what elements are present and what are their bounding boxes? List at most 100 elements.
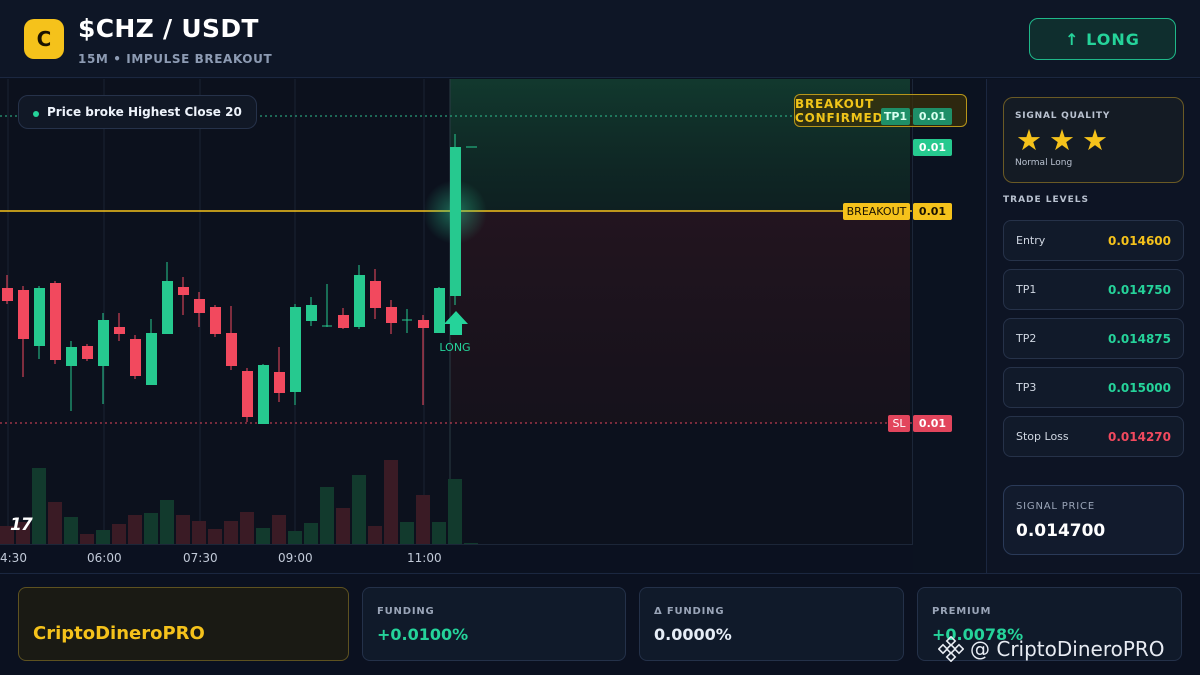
tp1-line-value: 0.01 <box>913 108 952 125</box>
candles <box>2 134 477 424</box>
chart-canvas[interactable]: LONG <box>0 79 913 545</box>
candle-down <box>210 305 221 337</box>
volume-bar <box>256 528 270 544</box>
binance-logo-icon <box>938 636 964 662</box>
candle-up <box>434 287 445 333</box>
volume-bar <box>160 500 174 544</box>
grid-lines <box>7 79 451 544</box>
funding-card: FUNDING +0.0100% <box>362 587 626 661</box>
volume-bar <box>240 512 254 544</box>
breakout-line-label: BREAKOUT <box>843 203 910 220</box>
candle-down <box>178 277 189 315</box>
brand-card: CriptoDineroPRO <box>18 587 349 661</box>
star-icon: ★ <box>1049 123 1075 157</box>
volume-bar <box>112 524 126 544</box>
candle-up <box>66 341 77 411</box>
signal-price-value: 0.014700 <box>1016 521 1106 541</box>
stat-value: 0.0000% <box>654 625 732 644</box>
time-axis-label: 11:00 <box>407 551 442 565</box>
level-label: Entry <box>1016 234 1046 247</box>
volume-bar <box>432 522 446 544</box>
volume-bar <box>48 502 62 544</box>
level-value: 0.014750 <box>1107 283 1171 297</box>
quality-stars: ★ ★ ★ <box>1016 122 1108 158</box>
volume-bar <box>384 460 398 544</box>
level-row-entry: Entry 0.014600 <box>1003 220 1184 261</box>
level-value: 0.015000 <box>1107 381 1171 395</box>
volume-bar <box>400 522 414 544</box>
stat-value: +0.0100% <box>377 625 469 644</box>
pair-subtitle: 15M • IMPULSE BREAKOUT <box>78 52 273 66</box>
volume-bar <box>208 529 222 544</box>
candle-up <box>354 265 365 329</box>
level-row-tp3: TP3 0.015000 <box>1003 367 1184 408</box>
candle-down <box>50 281 61 364</box>
candle-up <box>146 319 157 385</box>
stat-title: FUNDING <box>377 606 435 617</box>
volume-bar <box>272 515 286 544</box>
stat-title: Δ FUNDING <box>654 606 725 617</box>
level-value: 0.014600 <box>1107 234 1171 248</box>
volume-bar <box>32 468 46 544</box>
volume-bar <box>368 526 382 544</box>
time-axis <box>0 545 913 572</box>
volume-bar <box>192 521 206 544</box>
volume-bar <box>176 515 190 544</box>
candle-up <box>322 284 332 327</box>
pair-title: $CHZ / USDT <box>78 14 259 43</box>
level-label: Stop Loss <box>1016 430 1069 443</box>
price-chart[interactable]: LONG <box>0 79 913 545</box>
volume-bar <box>288 531 302 544</box>
level-row-tp2: TP2 0.014875 <box>1003 318 1184 359</box>
status-dot-icon <box>33 111 39 117</box>
brand-name: CriptoDineroPRO <box>33 623 205 644</box>
volume-bar <box>320 487 334 544</box>
tp1-line-label: TP1 <box>881 108 910 125</box>
candle-up <box>258 364 269 424</box>
volume-bar <box>80 534 94 544</box>
candle-down <box>114 313 125 341</box>
candle-up <box>290 304 301 405</box>
level-row-stop-loss: Stop Loss 0.014270 <box>1003 416 1184 457</box>
long-signal-label: LONG <box>439 341 470 354</box>
volume-bar <box>224 521 238 544</box>
breakout-note: Price broke Highest Close 20 <box>18 95 257 129</box>
star-icon: ★ <box>1082 123 1108 157</box>
signal-price-card: SIGNAL PRICE 0.014700 <box>1003 485 1184 555</box>
candle-down <box>242 368 253 422</box>
sl-line-label: SL <box>888 415 910 432</box>
breakout-note-text: Price broke Highest Close 20 <box>47 105 242 119</box>
stat-title: PREMIUM <box>932 606 992 617</box>
last-price-tag: 0.01 <box>913 139 952 156</box>
volume-bar <box>352 475 366 544</box>
candle-down <box>418 315 429 405</box>
delta-funding-card: Δ FUNDING 0.0000% <box>639 587 904 661</box>
candle-up <box>34 286 45 359</box>
candle-up <box>306 297 317 326</box>
candle-down <box>226 306 237 370</box>
level-value: 0.014270 <box>1107 430 1171 444</box>
candle-down <box>274 347 285 402</box>
signal-price-title: SIGNAL PRICE <box>1016 501 1095 512</box>
signal-quality-title: SIGNAL QUALITY <box>1015 111 1111 121</box>
volume-bar <box>96 530 110 544</box>
candle-down <box>82 344 93 361</box>
sl-line-value: 0.01 <box>913 415 952 432</box>
candle-down <box>18 286 29 377</box>
long-direction-button[interactable]: ↑ LONG <box>1029 18 1176 60</box>
time-axis-label: 06:00 <box>87 551 122 565</box>
volume-bar <box>64 517 78 544</box>
volume-bars <box>0 460 478 544</box>
level-value: 0.014875 <box>1107 332 1171 346</box>
volume-bar <box>448 479 462 544</box>
volume-bar <box>416 495 430 544</box>
level-row-tp1: TP1 0.014750 <box>1003 269 1184 310</box>
level-label: TP1 <box>1016 283 1037 296</box>
candle-down <box>338 308 349 329</box>
candle-up <box>162 262 173 334</box>
trade-levels-title: TRADE LEVELS <box>1003 195 1089 205</box>
time-axis-label: 09:00 <box>278 551 313 565</box>
time-axis-label: 07:30 <box>183 551 218 565</box>
level-label: TP3 <box>1016 381 1037 394</box>
volume-bar <box>128 515 142 544</box>
